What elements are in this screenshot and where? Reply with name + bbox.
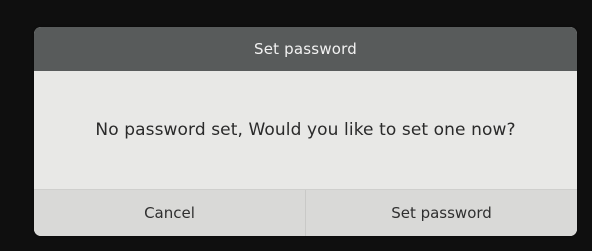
dialog-title: Set password bbox=[34, 27, 577, 71]
cancel-button[interactable]: Cancel bbox=[34, 190, 305, 236]
dialog-actions: Cancel Set password bbox=[34, 189, 577, 236]
screen: Set password No password set, Would you … bbox=[0, 0, 592, 251]
dialog-message: No password set, Would you like to set o… bbox=[34, 71, 577, 189]
set-password-button[interactable]: Set password bbox=[305, 190, 577, 236]
set-password-dialog: Set password No password set, Would you … bbox=[34, 27, 577, 236]
